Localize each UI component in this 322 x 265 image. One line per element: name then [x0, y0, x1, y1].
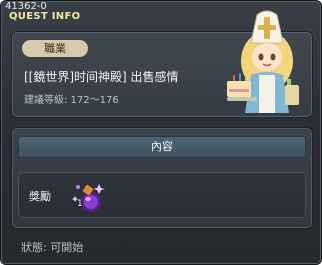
recommended-level: 建議等級: 172～176	[24, 95, 119, 106]
reward-item-slot[interactable]: 1	[69, 178, 107, 216]
quest-status: 狀態: 可開始	[21, 241, 84, 254]
npc-portrait-icon	[227, 10, 299, 113]
quest-name: [[鏡世界]时间神殿] 出售感情	[24, 70, 179, 84]
quest-info-window: 41362-0 QUEST INFO 職業 [[鏡世界]时间神殿] 出售感情 建…	[0, 0, 322, 265]
content-panel: 內容 獎勵 1	[11, 127, 313, 229]
reward-label: 獎勵	[29, 190, 51, 203]
reward-quantity: 1	[77, 199, 83, 209]
reward-box: 獎勵 1	[18, 172, 306, 218]
window-title: QUEST INFO	[9, 11, 81, 22]
job-badge: 職業	[22, 40, 88, 57]
content-header: 內容	[18, 136, 306, 158]
purple-potion-icon	[72, 184, 105, 212]
